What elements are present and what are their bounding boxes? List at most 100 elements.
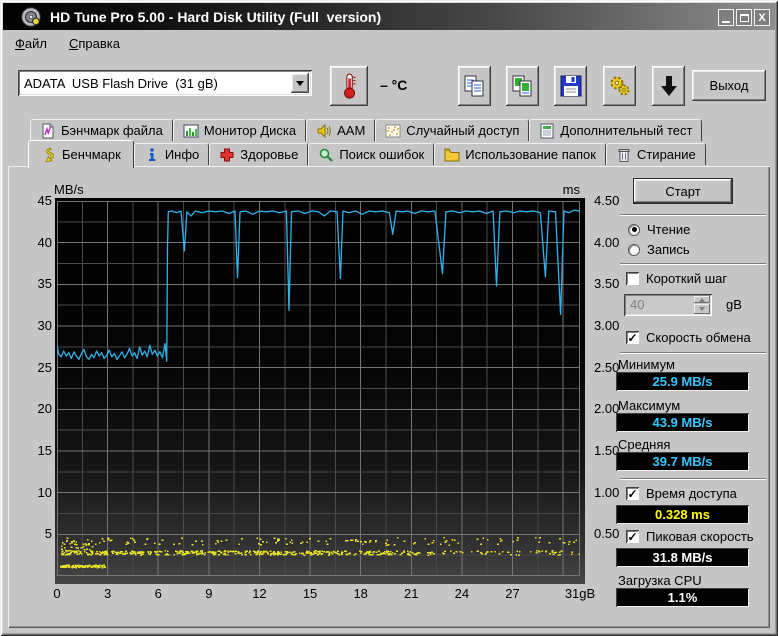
- health-cross-icon: [219, 147, 235, 163]
- tab-file-benchmark[interactable]: Бэнчмарк файла: [30, 119, 173, 141]
- menu-bar: Файл Справка: [3, 30, 775, 56]
- burst-rate-value: 31.8 MB/s: [616, 548, 749, 567]
- short-stride-row[interactable]: Короткий шаг: [626, 271, 727, 286]
- drive-select[interactable]: ADATA USB Flash Drive (31 gB): [18, 70, 312, 96]
- spinner-down-icon: [699, 307, 705, 314]
- transfer-rate-row[interactable]: ✓ Скорость обмена: [626, 330, 751, 345]
- read-radio-label: Чтение: [647, 222, 690, 237]
- tab-folder-usage[interactable]: Использование папок: [434, 143, 606, 165]
- separator: [620, 478, 766, 480]
- left-axis-unit: MB/s: [54, 182, 84, 197]
- short-stride-label: Короткий шаг: [646, 271, 727, 286]
- app-hdd-icon: [20, 6, 42, 28]
- gears-icon: [608, 73, 632, 99]
- arrow-down-icon: [657, 73, 681, 99]
- access-time-value: 0.328 ms: [616, 505, 749, 524]
- copy-report-button[interactable]: [458, 66, 491, 106]
- separator: [620, 263, 766, 265]
- minimize-button[interactable]: [718, 9, 734, 26]
- close-button[interactable]: X: [754, 9, 770, 26]
- axis-tick-label: 21: [391, 586, 431, 601]
- tab-benchmark-active[interactable]: Бенчмарк: [28, 140, 134, 168]
- spinner-up-icon: [699, 295, 705, 302]
- axis-tick-label: 24: [442, 586, 482, 601]
- spinner-down-button[interactable]: [694, 304, 710, 314]
- magnifier-icon: [318, 147, 334, 163]
- axis-tick-label: 6: [138, 586, 178, 601]
- axis-tick-label: 18: [341, 586, 381, 601]
- average-label: Средняя: [618, 437, 670, 452]
- axis-tick-label: 12: [239, 586, 279, 601]
- start-button[interactable]: Старт: [633, 178, 733, 204]
- tab-error-scan[interactable]: Поиск ошибок: [308, 143, 434, 165]
- tab-random-access[interactable]: Случайный доступ: [375, 119, 529, 141]
- scroll-down-button[interactable]: [652, 66, 685, 106]
- save-button[interactable]: [554, 66, 587, 106]
- tab-row-front: Бенчмарк Инфо Здоровье Поиск ошибок: [28, 143, 706, 165]
- tab-aam[interactable]: AAM: [306, 119, 375, 141]
- write-radio-row[interactable]: Запись: [628, 242, 690, 257]
- maximum-value: 43.9 MB/s: [616, 413, 749, 432]
- save-floppy-icon: [559, 73, 583, 99]
- spinner-up-button[interactable]: [694, 296, 710, 303]
- benchmark-plot: [57, 201, 580, 576]
- axis-tick-label: 15: [290, 586, 330, 601]
- temperature-button[interactable]: [330, 66, 368, 106]
- burst-rate-label: Пиковая скорость: [646, 529, 754, 544]
- thermometer-icon: [336, 71, 362, 101]
- tab-row-back: Бэнчмарк файла Монитор Диска AAM: [30, 119, 702, 141]
- benchmark-controls-panel: Старт Чтение Запись Короткий шаг 40: [608, 166, 770, 628]
- maximum-label: Максимум: [618, 398, 680, 413]
- tab-info[interactable]: Инфо: [134, 143, 209, 165]
- read-radio[interactable]: [628, 224, 640, 236]
- title-bar[interactable]: HD Tune Pro 5.00 - Hard Disk Utility (Fu…: [3, 3, 775, 30]
- axis-tick-label: 20: [8, 401, 52, 416]
- burst-rate-row[interactable]: ✓ Пиковая скорость: [626, 529, 754, 544]
- axis-tick-label: 27: [493, 586, 533, 601]
- axis-tick-label: 9: [189, 586, 229, 601]
- axis-tick-label: 31gB: [558, 586, 602, 601]
- benchmark-icon: [41, 147, 57, 163]
- copy-screenshot-button[interactable]: [506, 66, 539, 106]
- axis-tick-label: 15: [8, 443, 52, 458]
- minimum-value: 25.9 MB/s: [616, 372, 749, 391]
- options-button[interactable]: [603, 66, 636, 106]
- dropdown-arrow-button[interactable]: [291, 73, 309, 93]
- extra-tests-icon: [539, 123, 555, 139]
- tab-erase[interactable]: Стирание: [606, 143, 706, 165]
- file-benchmark-icon: [40, 123, 56, 139]
- burst-rate-checkbox[interactable]: ✓: [626, 530, 639, 543]
- menu-help[interactable]: Справка: [59, 33, 130, 54]
- access-time-checkbox[interactable]: ✓: [626, 487, 639, 500]
- minimum-label: Минимум: [618, 357, 675, 372]
- tab-extra-tests[interactable]: Дополнительный тест: [529, 119, 702, 141]
- stride-unit-label: gB: [726, 297, 742, 312]
- write-radio[interactable]: [628, 244, 640, 256]
- disk-monitor-icon: [183, 123, 199, 139]
- benchmark-page: MB/s ms 45403530252015105 4.504.003.503.…: [8, 166, 770, 628]
- access-time-row[interactable]: ✓ Время доступа: [626, 486, 737, 501]
- axis-tick-label: 10: [8, 485, 52, 500]
- axis-tick-label: 5: [8, 526, 52, 541]
- exit-button[interactable]: Выход: [692, 70, 766, 101]
- tab-health[interactable]: Здоровье: [209, 143, 308, 165]
- menu-file[interactable]: Файл: [5, 33, 57, 54]
- cpu-usage-label: Загрузка CPU: [618, 573, 702, 588]
- axis-tick-label: 35: [8, 276, 52, 291]
- read-radio-row[interactable]: Чтение: [628, 222, 690, 237]
- access-time-label: Время доступа: [646, 486, 737, 501]
- axis-tick-label: 40: [8, 235, 52, 250]
- copy-screenshot-icon: [511, 73, 535, 99]
- transfer-rate-label: Скорость обмена: [646, 330, 751, 345]
- transfer-rate-checkbox[interactable]: ✓: [626, 331, 639, 344]
- speaker-icon: [316, 123, 332, 139]
- separator: [620, 352, 766, 354]
- maximize-button[interactable]: [736, 9, 752, 26]
- copy-report-icon: [463, 73, 487, 99]
- axis-tick-label: 3: [88, 586, 128, 601]
- short-stride-checkbox[interactable]: [626, 272, 639, 285]
- stride-spinner[interactable]: 40: [624, 294, 712, 316]
- write-radio-label: Запись: [647, 242, 690, 257]
- benchmark-chart: [55, 198, 585, 584]
- tab-disk-monitor[interactable]: Монитор Диска: [173, 119, 306, 141]
